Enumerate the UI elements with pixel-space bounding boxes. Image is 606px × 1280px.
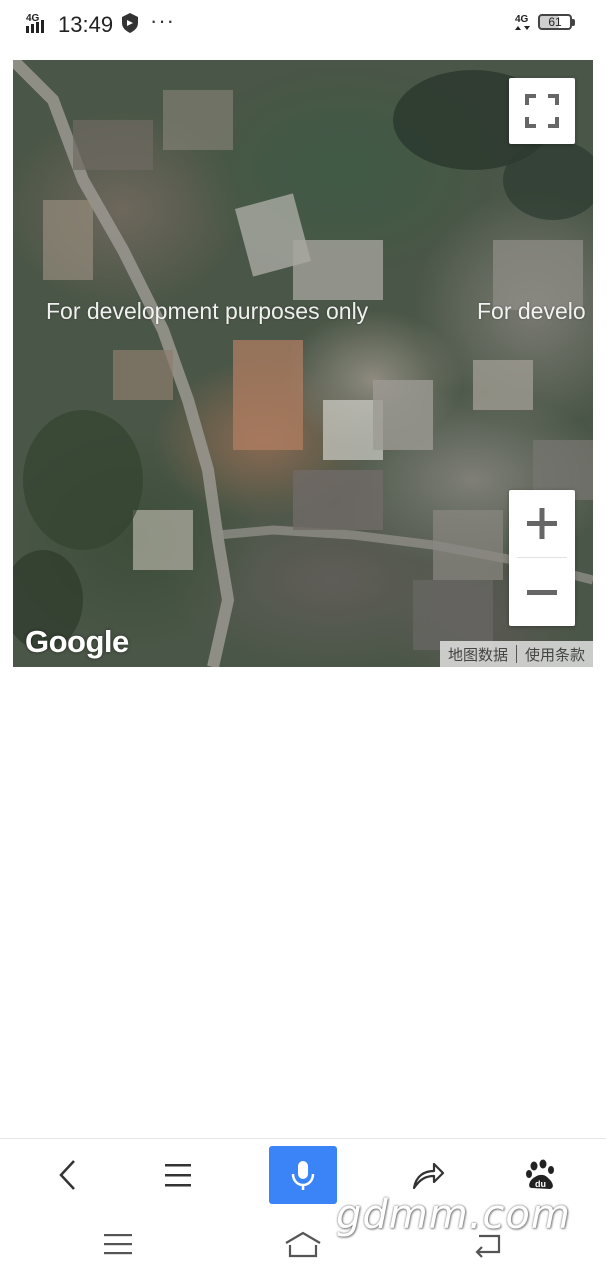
map-attribution: 地图数据 使用条款 [439,641,593,667]
menu-icon [104,1234,132,1255]
plus-icon [527,508,557,539]
hamburger-icon [165,1164,191,1187]
map-imagery [13,60,593,667]
home-icon [285,1231,321,1258]
menu-button[interactable] [148,1147,208,1203]
recent-apps-button[interactable] [98,1226,138,1262]
baidu-paw-icon: du [526,1159,554,1189]
data-network-icon: 4G [515,14,530,30]
home-button[interactable] [283,1226,323,1262]
more-dots: ··· [150,8,175,33]
page: 4G 13:49 ··· 4G 61 For development purpo… [0,0,606,1280]
zoom-divider [517,557,567,558]
status-bar: 4G 13:49 ··· 4G 61 [0,0,606,48]
voice-search-button[interactable] [269,1146,337,1204]
signal-icon: 4G [26,13,44,33]
svg-text:du: du [535,1179,546,1189]
network-type-right: 4G [515,14,529,25]
dev-notice-text-repeat: For develo [477,298,586,324]
clock: 13:49 [58,12,114,37]
dev-notice-text: For development purposes only [46,298,369,324]
battery-indicator: 61 [538,14,575,30]
minus-icon [527,590,557,595]
back-button[interactable] [38,1147,98,1203]
share-arrow-icon [412,1162,445,1190]
fullscreen-button[interactable] [509,78,575,144]
zoom-out-button[interactable] [509,559,575,626]
satellite-map[interactable]: For development purposes only For develo [13,60,593,667]
fullscreen-icon [525,94,559,128]
microphone-icon [291,1161,315,1190]
zoom-controls [509,490,575,626]
google-logo: Google [25,624,129,659]
chevron-left-icon [59,1160,75,1190]
terms-link[interactable]: 使用条款 [517,644,593,665]
map-data-link[interactable]: 地图数据 [440,644,516,665]
watermark-text: gdmm.com [336,1192,571,1238]
notification-shield-icon [122,13,138,33]
zoom-in-button[interactable] [509,490,575,557]
